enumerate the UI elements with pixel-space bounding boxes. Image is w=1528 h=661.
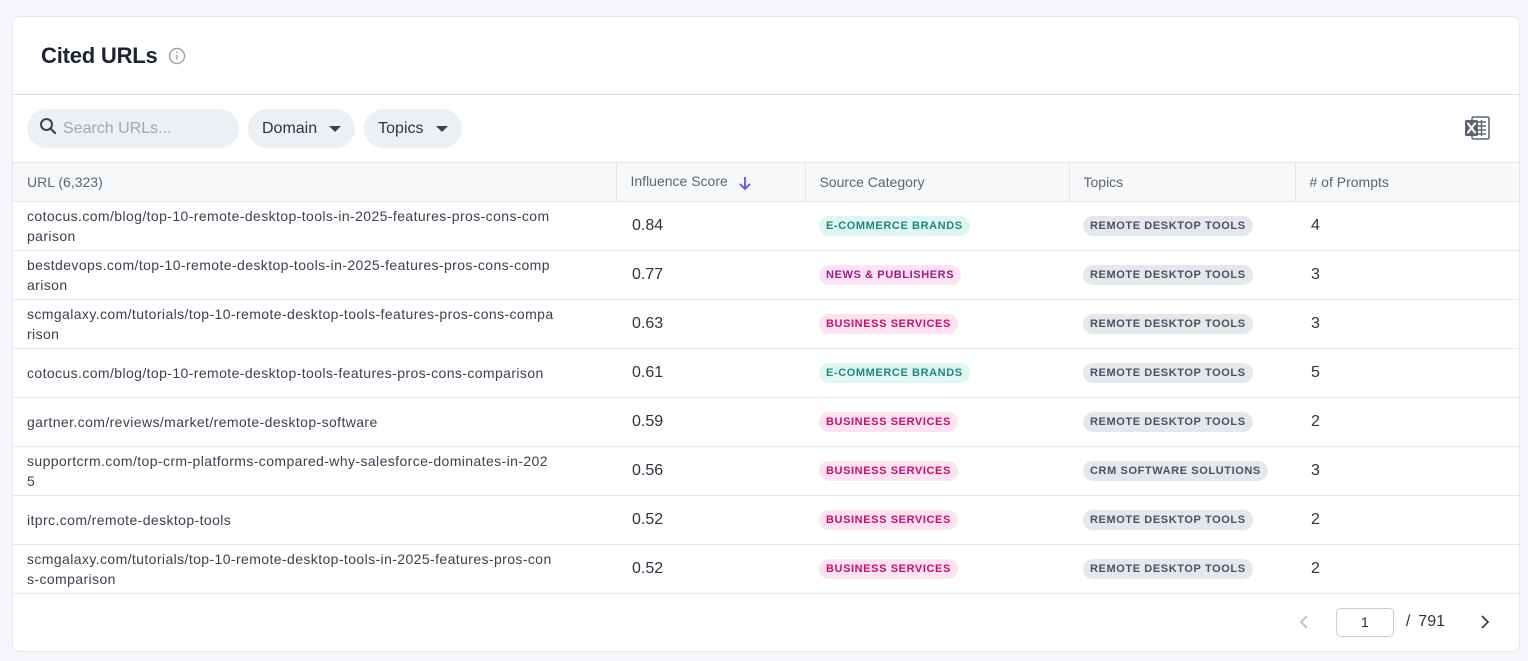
search-box[interactable] xyxy=(27,109,239,148)
category-badge: BUSINESS SERVICES xyxy=(819,461,958,481)
influence-score-cell: 0.84 xyxy=(632,217,664,234)
topic-badge: REMOTE DESKTOP TOOLS xyxy=(1083,216,1253,236)
topic-badge: CRM SOFTWARE SOLUTIONS xyxy=(1083,461,1268,481)
source-category-cell: E-COMMERCE BRANDS xyxy=(805,202,1069,251)
prompts-cell: 3 xyxy=(1311,315,1320,332)
topics-cell: REMOTE DESKTOP TOOLS xyxy=(1069,545,1295,594)
excel-export-icon[interactable] xyxy=(1463,114,1491,142)
prompts-cell: 2 xyxy=(1311,413,1320,430)
influence-score-cell: 0.77 xyxy=(632,266,664,283)
caret-down-icon xyxy=(435,125,448,132)
source-category-cell: BUSINESS SERVICES xyxy=(805,398,1069,447)
topics-cell: REMOTE DESKTOP TOOLS xyxy=(1069,496,1295,545)
page-title: Cited URLs xyxy=(41,42,158,68)
influence-score-cell: 0.63 xyxy=(632,315,664,332)
topic-badge: REMOTE DESKTOP TOOLS xyxy=(1083,314,1253,334)
table-row[interactable]: scmgalaxy.com/tutorials/top-10-remote-de… xyxy=(13,300,1519,349)
influence-score-cell: 0.52 xyxy=(632,560,664,577)
page-separator: / xyxy=(1405,613,1411,630)
topics-cell: REMOTE DESKTOP TOOLS xyxy=(1069,300,1295,349)
url-cell[interactable]: bestdevops.com/top-10-remote-desktop-too… xyxy=(13,251,616,300)
topic-badge: REMOTE DESKTOP TOOLS xyxy=(1083,412,1253,432)
total-pages: 791 xyxy=(1418,613,1445,630)
topic-badge: REMOTE DESKTOP TOOLS xyxy=(1083,363,1253,383)
table-row[interactable]: scmgalaxy.com/tutorials/top-10-remote-de… xyxy=(13,545,1519,594)
table-row[interactable]: supportcrm.com/top-crm-platforms-compare… xyxy=(13,447,1519,496)
chevron-left-icon[interactable] xyxy=(1294,612,1314,632)
prompts-cell: 3 xyxy=(1311,266,1320,283)
table-row[interactable]: bestdevops.com/top-10-remote-desktop-too… xyxy=(13,251,1519,300)
col-header-url[interactable]: URL (6,323) xyxy=(13,162,617,202)
search-icon xyxy=(39,117,57,140)
category-badge: BUSINESS SERVICES xyxy=(819,559,958,579)
category-badge: E-COMMERCE BRANDS xyxy=(819,216,970,236)
pagination: / 791 xyxy=(13,594,1519,650)
source-category-cell: BUSINESS SERVICES xyxy=(805,496,1069,545)
search-input[interactable] xyxy=(63,119,223,138)
topics-filter-label: Topics xyxy=(378,119,424,137)
topics-filter-dropdown[interactable]: Topics xyxy=(364,109,462,148)
topics-cell: REMOTE DESKTOP TOOLS xyxy=(1069,349,1295,398)
toolbar: Domain Topics xyxy=(13,95,1519,162)
table-row[interactable]: gartner.com/reviews/market/remote-deskto… xyxy=(13,398,1519,447)
info-icon[interactable] xyxy=(168,47,186,65)
col-header-source-category[interactable]: Source Category xyxy=(805,162,1070,202)
category-badge: E-COMMERCE BRANDS xyxy=(819,363,970,383)
card-header: Cited URLs xyxy=(13,17,1519,95)
url-cell[interactable]: itprc.com/remote-desktop-tools xyxy=(13,496,616,545)
url-cell[interactable]: scmgalaxy.com/tutorials/top-10-remote-de… xyxy=(13,545,616,594)
domain-filter-dropdown[interactable]: Domain xyxy=(248,109,356,148)
category-badge: BUSINESS SERVICES xyxy=(819,412,958,432)
page-number-input[interactable] xyxy=(1335,607,1394,637)
col-header-influence-score[interactable]: Influence Score xyxy=(616,162,806,202)
url-cell[interactable]: scmgalaxy.com/tutorials/top-10-remote-de… xyxy=(13,300,616,349)
influence-score-cell: 0.52 xyxy=(632,511,664,528)
category-badge: BUSINESS SERVICES xyxy=(819,510,958,530)
chevron-right-icon[interactable] xyxy=(1475,612,1495,632)
category-badge: BUSINESS SERVICES xyxy=(819,314,958,334)
topic-badge: REMOTE DESKTOP TOOLS xyxy=(1083,265,1253,285)
cited-urls-card: Cited URLs Domain Topics xyxy=(12,16,1520,652)
source-category-cell: BUSINESS SERVICES xyxy=(805,300,1069,349)
influence-score-cell: 0.61 xyxy=(632,364,664,381)
source-category-cell: BUSINESS SERVICES xyxy=(805,545,1069,594)
prompts-cell: 5 xyxy=(1311,364,1320,381)
url-cell[interactable]: cotocus.com/blog/top-10-remote-desktop-t… xyxy=(13,202,616,251)
domain-filter-label: Domain xyxy=(262,119,318,137)
prompts-cell: 2 xyxy=(1311,560,1320,577)
topic-badge: REMOTE DESKTOP TOOLS xyxy=(1083,559,1253,579)
url-cell[interactable]: supportcrm.com/top-crm-platforms-compare… xyxy=(13,447,616,496)
topics-cell: REMOTE DESKTOP TOOLS xyxy=(1069,398,1295,447)
table-row[interactable]: itprc.com/remote-desktop-tools 0.52 BUSINE… xyxy=(13,496,1519,545)
prompts-cell: 4 xyxy=(1311,217,1320,234)
table-header-row: URL (6,323) Influence Score Source Categ… xyxy=(13,162,1519,202)
source-category-cell: BUSINESS SERVICES xyxy=(805,447,1069,496)
prompts-cell: 3 xyxy=(1311,462,1320,479)
source-category-cell: E-COMMERCE BRANDS xyxy=(805,349,1069,398)
topics-cell: REMOTE DESKTOP TOOLS xyxy=(1069,251,1295,300)
caret-down-icon xyxy=(329,125,342,132)
cited-urls-table: URL (6,323) Influence Score Source Categ… xyxy=(13,162,1519,594)
source-category-cell: NEWS & PUBLISHERS xyxy=(805,251,1069,300)
table-row[interactable]: cotocus.com/blog/top-10-remote-desktop-t… xyxy=(13,202,1519,251)
category-badge: NEWS & PUBLISHERS xyxy=(819,265,962,285)
topic-badge: REMOTE DESKTOP TOOLS xyxy=(1083,510,1253,530)
arrow-down-icon[interactable] xyxy=(738,175,752,191)
topics-cell: CRM SOFTWARE SOLUTIONS xyxy=(1069,447,1295,496)
influence-score-cell: 0.59 xyxy=(632,413,664,430)
col-header-prompts[interactable]: # of Prompts xyxy=(1295,163,1519,202)
topics-cell: REMOTE DESKTOP TOOLS xyxy=(1069,202,1295,251)
url-cell[interactable]: gartner.com/reviews/market/remote-deskto… xyxy=(13,398,616,447)
prompts-cell: 2 xyxy=(1311,511,1320,528)
url-cell[interactable]: cotocus.com/blog/top-10-remote-desktop-t… xyxy=(13,349,616,398)
table-row[interactable]: cotocus.com/blog/top-10-remote-desktop-t… xyxy=(13,349,1519,398)
col-header-topics[interactable]: Topics xyxy=(1069,162,1296,202)
influence-score-cell: 0.56 xyxy=(632,462,664,479)
